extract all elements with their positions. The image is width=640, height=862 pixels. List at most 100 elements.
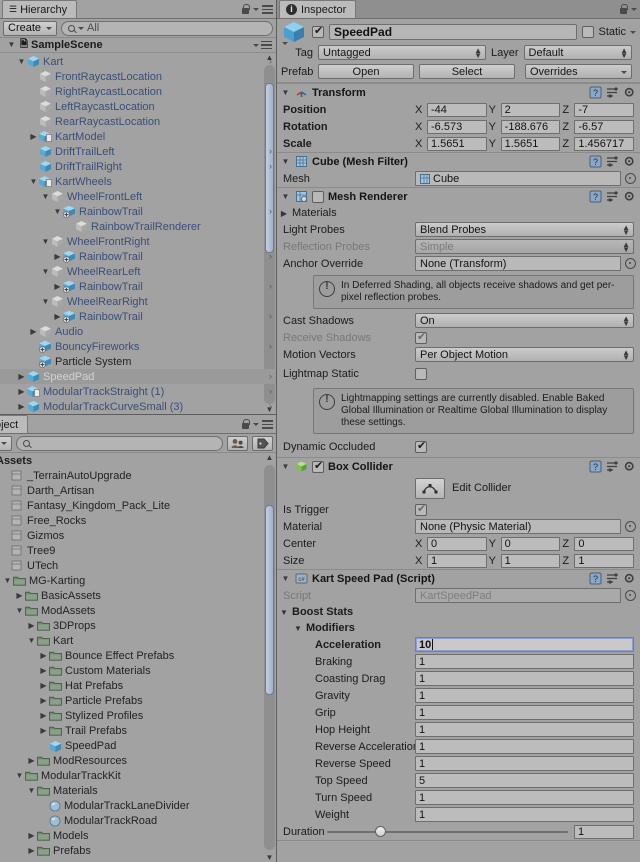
project-item-terrainautoupgrade[interactable]: _TerrainAutoUpgrade (0, 468, 276, 483)
open-prefab-chevron-icon[interactable]: › (269, 161, 272, 171)
hierarchy-item-modulartrackstraight-1[interactable]: ModularTrackStraight (1)› (0, 384, 276, 399)
layer-dropdown[interactable]: Default ▲▼ (524, 45, 632, 60)
tag-dropdown[interactable]: Untagged ▲▼ (318, 45, 486, 60)
modifier-reverse-speed-input[interactable]: 1 (415, 756, 634, 771)
hierarchy-search-input[interactable]: All (61, 21, 273, 36)
project-expand-arrow[interactable] (38, 697, 49, 705)
open-prefab-chevron-icon[interactable]: › (269, 251, 272, 261)
chevron-down-icon[interactable] (631, 8, 637, 11)
project-item-fantasy-kingdom-pack-lite[interactable]: Fantasy_Kingdom_Pack_Lite (0, 498, 276, 513)
hierarchy-expand-arrow[interactable] (16, 58, 27, 66)
project-item-modulartracklanedivider[interactable]: ModularTrackLaneDivider (0, 798, 276, 813)
physic-material-object-field[interactable]: None (Physic Material) (415, 519, 621, 534)
project-item-speedpad[interactable]: SpeedPad (0, 738, 276, 753)
hierarchy-item-kartwheels[interactable]: KartWheels (0, 174, 276, 189)
duration-input[interactable]: 1 (574, 825, 634, 839)
mesh-filter-foldout-arrow[interactable] (280, 158, 291, 166)
project-expand-arrow[interactable] (26, 637, 37, 645)
cast-shadows-dropdown[interactable]: On ▲▼ (415, 313, 634, 328)
project-expand-arrow[interactable] (14, 607, 25, 615)
project-expand-arrow[interactable] (2, 577, 13, 585)
hierarchy-item-speedpad[interactable]: SpeedPad› (0, 369, 276, 384)
modifier-top-speed-input[interactable]: 5 (415, 773, 634, 788)
project-expand-arrow[interactable] (38, 727, 49, 735)
gameobject-name-input[interactable]: SpeedPad (329, 24, 577, 40)
project-item-gizmos[interactable]: Gizmos (0, 528, 276, 543)
panel-menu-icon[interactable] (262, 420, 273, 429)
hierarchy-item-drifttrailright[interactable]: DriftTrailRight› (0, 159, 276, 174)
materials-foldout[interactable]: ▶ Materials (277, 205, 640, 221)
project-expand-arrow[interactable] (38, 712, 49, 720)
modifiers-foldout[interactable]: ▼ Modifiers (277, 620, 640, 636)
project-expand-arrow[interactable] (26, 757, 37, 765)
project-expand-arrow[interactable] (38, 652, 49, 660)
transform-scale-z-input[interactable]: 1.456717 (574, 137, 634, 151)
open-prefab-chevron-icon[interactable]: › (269, 206, 272, 216)
hierarchy-expand-arrow[interactable] (16, 388, 27, 396)
transform-scale-y-input[interactable]: 1.5651 (501, 137, 561, 151)
mesh-renderer-foldout-arrow[interactable] (280, 193, 291, 201)
hierarchy-tree[interactable]: ▲ ▼ Kart›FrontRaycastLocationRightRaycas… (0, 53, 276, 414)
transform-rotation-y-input[interactable]: -188.676 (501, 120, 561, 134)
box-collider-enabled-checkbox[interactable] (312, 461, 324, 473)
project-item-trail-prefabs[interactable]: Trail Prefabs (0, 723, 276, 738)
materials-foldout-arrow[interactable]: ▶ (278, 209, 290, 218)
project-item-custom-materials[interactable]: Custom Materials (0, 663, 276, 678)
lock-icon[interactable] (241, 419, 250, 430)
collider-center-z-input[interactable]: 0 (574, 537, 634, 551)
project-tree[interactable]: ▲ ▼ Assets_TerrainAutoUpgradeDarth_Artis… (0, 453, 276, 862)
modifier-gravity-input[interactable]: 1 (415, 688, 634, 703)
hierarchy-expand-arrow[interactable] (40, 298, 51, 306)
hierarchy-item-particle-system[interactable]: Particle System (0, 354, 276, 369)
kart-speed-pad-foldout-arrow[interactable] (280, 575, 291, 583)
anchor-override-picker-icon[interactable] (625, 258, 636, 269)
duration-slider-knob[interactable] (375, 826, 386, 837)
mesh-renderer-header[interactable]: Mesh Renderer ? (277, 188, 640, 205)
project-item-prefabs[interactable]: Prefabs (0, 843, 276, 858)
gear-icon[interactable] (623, 155, 636, 168)
gear-icon[interactable] (623, 572, 636, 585)
motion-vectors-dropdown[interactable]: Per Object Motion ▲▼ (415, 347, 634, 362)
hierarchy-expand-arrow[interactable] (40, 238, 51, 246)
hierarchy-item-kartmodel[interactable]: KartModel (0, 129, 276, 144)
duration-slider[interactable] (325, 831, 574, 833)
hierarchy-item-rightraycastlocation[interactable]: RightRaycastLocation (0, 84, 276, 99)
gear-icon[interactable] (623, 460, 636, 473)
create-button[interactable]: Create (3, 21, 57, 36)
hierarchy-item-wheelfrontleft[interactable]: WheelFrontLeft (0, 189, 276, 204)
dynamic-occluded-checkbox[interactable] (415, 441, 427, 453)
hierarchy-item-rainbowtrail[interactable]: RainbowTrail› (0, 309, 276, 324)
open-prefab-chevron-icon[interactable]: › (269, 146, 272, 156)
hierarchy-item-frontraycastlocation[interactable]: FrontRaycastLocation (0, 69, 276, 84)
project-item-tree9[interactable]: Tree9 (0, 543, 276, 558)
project-expand-arrow[interactable] (38, 667, 49, 675)
hierarchy-expand-arrow[interactable] (52, 313, 63, 321)
scene-menu-icon[interactable] (261, 41, 272, 50)
transform-header[interactable]: Transform ? (277, 84, 640, 101)
duration-slider-track[interactable] (327, 831, 568, 833)
prefab-open-button[interactable]: Open (318, 64, 414, 79)
transform-position-y-input[interactable]: 2 (501, 103, 561, 117)
lock-icon[interactable] (241, 4, 250, 15)
hierarchy-expand-arrow[interactable] (40, 268, 51, 276)
project-item-darth-artisan[interactable]: Darth_Artisan (0, 483, 276, 498)
mesh-filter-header[interactable]: Cube (Mesh Filter) ? (277, 153, 640, 170)
hierarchy-item-rearraycastlocation[interactable]: RearRaycastLocation (0, 114, 276, 129)
modifier-hop-height-input[interactable]: 1 (415, 722, 634, 737)
project-item-models[interactable]: Models (0, 828, 276, 843)
icon-dropdown-chevron-icon[interactable] (282, 42, 288, 45)
open-prefab-chevron-icon[interactable]: › (269, 56, 272, 66)
modifier-weight-input[interactable]: 1 (415, 807, 634, 822)
hierarchy-item-wheelrearleft[interactable]: WheelRearLeft (0, 264, 276, 279)
hierarchy-item-audio[interactable]: Audio (0, 324, 276, 339)
scene-menu-chevron-icon[interactable] (253, 44, 259, 47)
transform-foldout-arrow[interactable] (280, 89, 291, 97)
static-flags-chevron-icon[interactable] (630, 31, 636, 34)
modifier-turn-speed-input[interactable]: 1 (415, 790, 634, 805)
project-expand-arrow[interactable] (26, 847, 37, 855)
lock-icon[interactable] (619, 4, 628, 15)
tab-project[interactable]: oject (0, 415, 28, 433)
collider-center-y-input[interactable]: 0 (501, 537, 561, 551)
hierarchy-item-modulartrackcurvesmall-3[interactable]: ModularTrackCurveSmall (3)› (0, 399, 276, 414)
hierarchy-item-rainbowtrail[interactable]: RainbowTrail› (0, 249, 276, 264)
